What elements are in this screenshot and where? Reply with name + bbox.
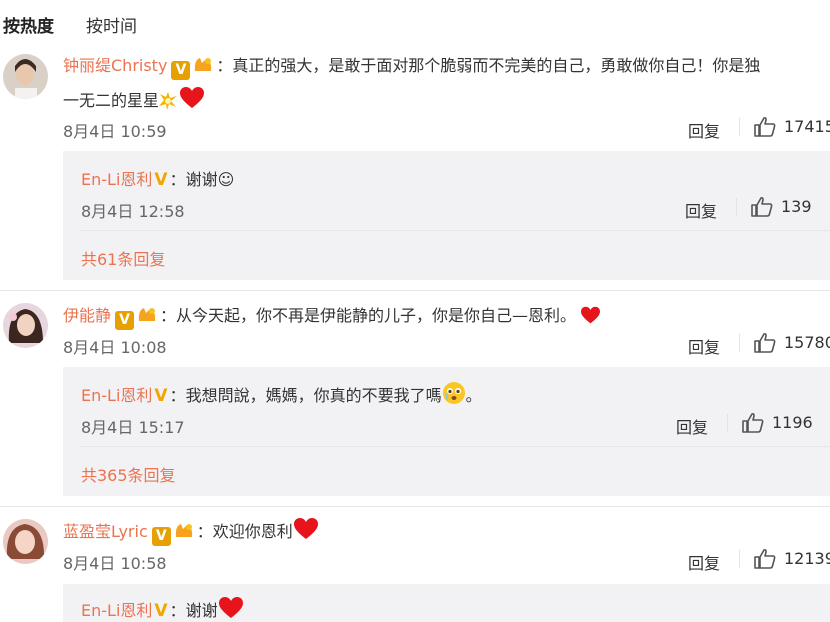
heart-icon (180, 87, 205, 108)
comment-divider (0, 506, 830, 507)
divider (739, 118, 740, 136)
tab-sort-by-time[interactable]: 按时间 (86, 12, 137, 37)
more-replies-link[interactable]: 共365条回复 (81, 462, 176, 486)
comment-text: 伊能静 V ：从今天起，你不再是伊能静的儿子，你是你自己—恩利。 (63, 302, 601, 330)
fan-badge-icon (138, 308, 156, 321)
verified-badge-icon: V (115, 311, 135, 330)
divider (739, 334, 740, 352)
sparkle-icon (159, 92, 178, 110)
verified-badge-icon: V (171, 61, 191, 80)
comment-text-line2: 一无二的星星 (63, 86, 205, 111)
avatar[interactable] (3, 519, 48, 564)
username-link[interactable]: En-Li恩利 (81, 170, 152, 189)
reply-button[interactable]: 回复 (688, 334, 720, 358)
like-count: 139 (781, 197, 812, 216)
comment-text: 蓝盈莹Lyric V ：欢迎你恩利 (63, 517, 319, 546)
like-count: 15780 (784, 333, 830, 352)
username-link[interactable]: 伊能静 (63, 306, 111, 325)
sub-reply-text: En-Li恩利 V ：谢谢☺ (81, 170, 235, 190)
heart-icon (581, 306, 601, 324)
sub-reply-text: En-Li恩利 V ：谢谢 (81, 596, 244, 621)
comment-divider (0, 290, 830, 291)
verified-badge-icon: V (151, 527, 171, 546)
avatar[interactable] (3, 303, 48, 348)
sub-reply-text: En-Li恩利 V ：我想問說，媽媽，你真的不要我了嗎。 (81, 381, 482, 406)
like-button[interactable]: 1196 (742, 412, 813, 433)
like-button[interactable]: 12139 (754, 548, 830, 569)
tab-sort-by-hot[interactable]: 按热度 (3, 12, 54, 37)
username-link[interactable]: En-Li恩利 (81, 386, 152, 405)
thumb-up-icon (742, 412, 764, 433)
comment-text: 钟丽缇Christy V ：真正的强大，是敢于面对那个脆弱而不完美的自己，勇敢做你自… (63, 56, 761, 80)
username-link[interactable]: 钟丽缇Christy (63, 56, 167, 75)
reply-button[interactable]: 回复 (688, 550, 720, 574)
verified-badge-icon: V (154, 386, 168, 406)
like-button[interactable]: 17415 (754, 116, 830, 137)
sub-reply-time: 8月4日 15:17 (81, 418, 185, 437)
divider (727, 414, 728, 432)
crying-face-icon (442, 382, 465, 404)
more-replies-link[interactable]: 共61条回复 (81, 246, 165, 270)
username-link[interactable]: En-Li恩利 (81, 601, 152, 620)
like-button[interactable]: 15780 (754, 332, 830, 353)
sort-tabs: 按热度 按时间 (0, 0, 830, 44)
thumb-up-icon (754, 548, 776, 569)
thumb-up-icon (754, 116, 776, 137)
heart-icon (293, 518, 318, 539)
comment-time: 8月4日 10:59 (63, 122, 167, 141)
thumb-up-icon (751, 196, 773, 217)
verified-badge-icon: V (154, 601, 168, 621)
like-count: 17415 (784, 117, 830, 136)
sub-reply-time: 8月4日 12:58 (81, 202, 185, 221)
like-count: 12139 (784, 549, 830, 568)
reply-button[interactable]: 回复 (688, 118, 720, 142)
divider (736, 198, 737, 216)
heart-icon (218, 597, 243, 618)
username-link[interactable]: 蓝盈莹Lyric (63, 522, 148, 541)
like-count: 1196 (772, 413, 813, 432)
comment-time: 8月4日 10:08 (63, 338, 167, 357)
divider (81, 230, 830, 231)
divider (81, 446, 830, 447)
reply-button[interactable]: 回复 (676, 414, 708, 438)
reply-button[interactable]: 回复 (685, 198, 717, 222)
thumb-up-icon (754, 332, 776, 353)
verified-badge-icon: V (154, 170, 168, 190)
fan-badge-icon (195, 58, 212, 71)
comment-time: 8月4日 10:58 (63, 554, 167, 573)
avatar[interactable] (3, 54, 48, 99)
divider (739, 550, 740, 568)
like-button[interactable]: 139 (751, 196, 812, 217)
fan-badge-icon (175, 524, 192, 537)
